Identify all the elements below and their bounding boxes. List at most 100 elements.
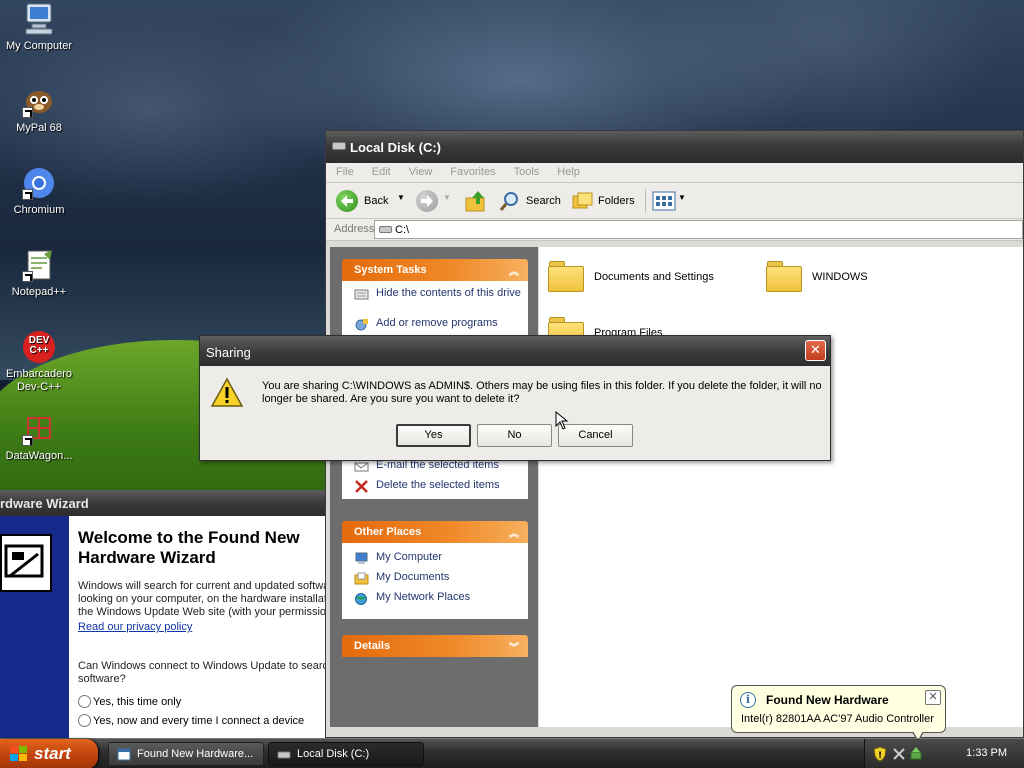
clock[interactable]: 1:33 PM: [966, 747, 1007, 759]
desktop-icon-label: Embarcadero Dev-C++: [5, 368, 73, 393]
details-panel: Details ︾: [342, 635, 528, 657]
place-my-documents[interactable]: My Documents: [354, 571, 522, 591]
address-input[interactable]: C:\: [374, 220, 1023, 239]
start-button[interactable]: start: [0, 739, 98, 768]
windows-flag-icon: [10, 746, 28, 762]
wizard-description: Windows will search for current and upda…: [78, 580, 325, 618]
desktop-icon-devcpp[interactable]: DEV C++ Embarcadero Dev-C++: [0, 330, 78, 394]
folder-icon: [547, 259, 584, 292]
menu-view[interactable]: View: [409, 166, 433, 178]
task-found-new-hardware[interactable]: Found New Hardware...: [108, 742, 264, 766]
wizard-side-banner: [0, 516, 69, 738]
wizard-titlebar[interactable]: rdware Wizard: [0, 490, 325, 516]
task-label: Delete the selected items: [376, 479, 500, 491]
sharing-dialog[interactable]: Sharing ✕ You are sharing C:\WINDOWS as …: [199, 335, 831, 461]
task-local-disk[interactable]: Local Disk (C:): [268, 742, 424, 766]
back-button[interactable]: Back ▼: [336, 190, 406, 212]
radio-button[interactable]: [78, 714, 91, 727]
security-shield-icon[interactable]: !: [873, 746, 887, 762]
system-tasks-title: System Tasks: [354, 264, 427, 276]
details-header[interactable]: Details ︾: [342, 635, 528, 657]
wizard-question: Can Windows connect to Windows Update to…: [78, 660, 325, 685]
menu-favorites[interactable]: Favorites: [450, 166, 495, 178]
place-label: My Network Places: [376, 591, 471, 603]
dropdown-arrow-icon: ▼: [443, 193, 451, 202]
address-label: Address: [334, 223, 375, 235]
file-list: Documents and Settings WINDOWS Program F…: [539, 247, 1023, 727]
menu-edit[interactable]: Edit: [372, 166, 391, 178]
toolbar-separator: [645, 189, 646, 213]
folder-documents-and-settings[interactable]: Documents and Settings: [547, 259, 747, 295]
desktop-icon-label: My Computer: [5, 40, 73, 52]
option-yes-this-time[interactable]: Yes, this time only: [63, 695, 325, 709]
yes-button[interactable]: Yes: [396, 424, 471, 447]
collapse-chevron-icon[interactable]: ︽: [509, 525, 519, 540]
folder-label: WINDOWS: [812, 271, 868, 283]
safely-remove-hardware-icon[interactable]: [909, 746, 923, 762]
menu-file[interactable]: File: [336, 166, 354, 178]
task-email-items[interactable]: E-mail the selected items: [354, 459, 522, 479]
desktop-icon-label: Notepad++: [11, 286, 67, 298]
system-tasks-header[interactable]: System Tasks ︽: [342, 259, 528, 281]
taskbar: start Found New Hardware... Local Disk (…: [0, 738, 1024, 768]
option-label: Yes, this time only: [93, 696, 182, 708]
desktop-icon-chromium[interactable]: Chromium: [0, 166, 78, 217]
system-tray: ! 1:33 PM: [864, 739, 1024, 768]
close-icon[interactable]: ✕: [805, 340, 826, 361]
desktop-icon-datawagon[interactable]: DataWagon...: [0, 412, 78, 463]
option-yes-every-time[interactable]: Yes, now and every time I connect a devi…: [63, 714, 325, 728]
system-tasks-panel: System Tasks ︽ Hide the contents of this…: [342, 259, 528, 335]
close-icon[interactable]: ✕: [925, 690, 941, 705]
dialog-titlebar[interactable]: Sharing ✕: [200, 336, 830, 366]
search-label: Search: [526, 195, 561, 207]
task-hide-drive-contents[interactable]: Hide the contents of this drive: [354, 287, 522, 317]
wizard-heading: Welcome to the Found New Hardware Wizard: [78, 528, 300, 567]
documents-folder-icon: [354, 572, 369, 585]
network-icon[interactable]: [892, 747, 906, 761]
collapse-chevron-icon[interactable]: ︽: [509, 263, 519, 278]
dropdown-arrow-icon[interactable]: ▼: [397, 193, 405, 202]
desktop-icon-my-computer[interactable]: My Computer: [0, 2, 78, 53]
desktop-icon-mypal[interactable]: MyPal 68: [0, 84, 78, 135]
desktop-icon-label: MyPal 68: [16, 122, 62, 134]
expand-chevron-icon[interactable]: ︾: [509, 639, 519, 654]
no-button[interactable]: No: [477, 424, 552, 447]
folder-windows[interactable]: WINDOWS: [765, 259, 905, 295]
menu-help[interactable]: Help: [557, 166, 580, 178]
cancel-button[interactable]: Cancel: [558, 424, 633, 447]
delete-x-icon: [355, 480, 368, 493]
forward-arrow-icon: [416, 190, 438, 212]
notification-balloon[interactable]: i Found New Hardware Intel(r) 82801AA AC…: [731, 685, 946, 742]
place-my-network-places[interactable]: My Network Places: [354, 591, 522, 611]
menu-tools[interactable]: Tools: [514, 166, 540, 178]
dropdown-arrow-icon[interactable]: ▼: [678, 193, 686, 202]
folders-button[interactable]: Folders: [572, 190, 638, 212]
info-icon: i: [740, 692, 756, 708]
place-my-computer[interactable]: My Computer: [354, 551, 522, 571]
privacy-policy-link[interactable]: Read our privacy policy: [78, 621, 192, 633]
search-button[interactable]: Search: [498, 190, 564, 212]
balloon-title: Found New Hardware: [766, 693, 889, 707]
forward-button[interactable]: ▼: [416, 190, 452, 212]
svg-text:!: !: [878, 751, 882, 761]
dialog-title: Sharing: [206, 345, 251, 360]
dialog-message: You are sharing C:\WINDOWS as ADMIN$. Ot…: [262, 380, 822, 405]
devcpp-icon: DEV C++: [22, 330, 56, 364]
wizard-body: Welcome to the Found New Hardware Wizard…: [78, 516, 325, 728]
chromium-icon: [22, 166, 56, 200]
task-delete-items[interactable]: Delete the selected items: [354, 479, 522, 499]
desktop-icon-notepadpp[interactable]: Notepad++: [0, 248, 78, 299]
up-folder-icon: [465, 191, 485, 212]
views-button[interactable]: ▼: [652, 190, 686, 212]
up-folder-button[interactable]: [464, 190, 488, 212]
explorer-titlebar[interactable]: Local Disk (C:): [326, 131, 1023, 163]
views-icon: [652, 191, 676, 211]
warning-icon: [210, 377, 244, 409]
shortcut-arrow-icon: [22, 435, 33, 446]
radio-button[interactable]: [78, 695, 91, 708]
hardware-wizard-window[interactable]: rdware Wizard Welcome to the Found New H…: [0, 490, 325, 738]
folder-label: Documents and Settings: [594, 271, 714, 283]
datawagon-icon: [22, 412, 56, 446]
other-places-header[interactable]: Other Places ︽: [342, 521, 528, 543]
task-add-remove-programs[interactable]: Add or remove programs: [354, 317, 522, 337]
